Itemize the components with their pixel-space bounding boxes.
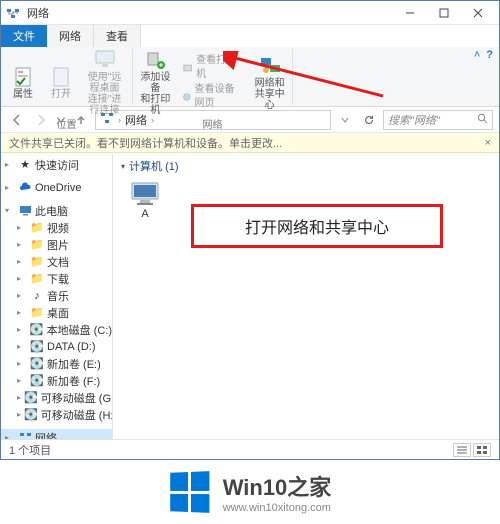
drive-icon: 💽 [30,323,44,337]
drive-icon: 💽 [30,340,44,354]
minimize-button[interactable] [393,2,427,24]
nav-disk-d[interactable]: ▸💽DATA (D:) [1,338,112,355]
nav-desktop[interactable]: ▸📁桌面 [1,304,112,321]
nav-documents[interactable]: ▸📁文档 [1,253,112,270]
folder-icon: 📁 [30,255,44,269]
nav-this-pc[interactable]: ▾此电脑 [1,202,112,219]
star-icon: ★ [18,158,32,172]
nav-quick-access[interactable]: ▸★快速访问 [1,156,112,173]
refresh-button[interactable] [359,110,379,130]
search-icon [477,113,488,127]
ribbon-open[interactable]: 打开 [45,66,77,100]
ribbon-network-sharing-center[interactable]: 网络和共享中心 [253,55,286,111]
ribbon-add-devices[interactable]: 添加设备 和打印机 [139,49,172,116]
close-button[interactable] [461,2,495,24]
folder-icon: 📁 [30,221,44,235]
nav-downloads[interactable]: ▸📁下载 [1,270,112,287]
group-header-computers[interactable]: ▾ 计算机 (1) [121,158,491,174]
info-bar-text: 文件共享已关闭。看不到网络计算机和设备。单击更改... [9,135,282,151]
tab-file[interactable]: 文件 [1,25,47,47]
watermark: Win10之家 www.win10xitong.com [0,460,500,524]
ribbon-group-location-label: 位置 [7,116,126,131]
nav-forward-button[interactable] [31,110,51,130]
nav-network[interactable]: ▸网络 [1,429,112,439]
ribbon-group-network-label: 网络 [139,116,286,131]
status-bar: 1 个项目 [1,439,499,459]
window-title: 网络 [27,5,49,21]
ribbon-properties[interactable]: 属性 [7,66,39,100]
nav-disk-c[interactable]: ▸💽本地磁盘 (C:) [1,321,112,338]
search-input[interactable]: 搜索"网络" [383,110,493,130]
explorer-window: 网络 文件 网络 查看 ˄ ? 属性 打开 [0,0,500,460]
drive-icon: 💽 [24,391,38,405]
ribbon: ˄ ? 属性 打开 使用"远程桌面连接"进行连接 位置 [1,47,499,107]
ribbon-view-printers[interactable]: 查看打印机 [182,54,243,82]
monitor-icon [18,204,32,218]
cloud-icon [18,181,32,195]
app-icon [5,5,21,21]
folder-icon: 📁 [30,238,44,252]
nav-videos[interactable]: ▸📁视频 [1,219,112,236]
annotation-callout: 打开网络和共享中心 [191,204,443,248]
ribbon-help[interactable]: ˄ ? [474,49,493,61]
help-icon[interactable]: ? [486,49,493,61]
nav-onedrive[interactable]: ▸OneDrive [1,179,112,196]
watermark-title: Win10之家 [223,470,332,502]
ribbon-remote-desktop[interactable]: 使用"远程桌面连接"进行连接 [83,49,126,116]
nav-disk-e[interactable]: ▸💽新加卷 (E:) [1,355,112,372]
nav-disk-g[interactable]: ▸💽可移动磁盘 (G:) [1,389,112,406]
watermark-url: www.win10xitong.com [223,502,332,514]
drive-icon: 💽 [30,374,44,388]
chevron-down-icon: ▾ [121,162,125,171]
tab-network[interactable]: 网络 [47,25,94,47]
folder-icon: 📁 [30,272,44,286]
drive-icon: 💽 [30,357,44,371]
nav-disk-f[interactable]: ▸💽新加卷 (F:) [1,372,112,389]
computer-item[interactable]: A [121,180,169,220]
info-bar-close[interactable]: × [485,137,491,149]
network-icon [18,431,32,440]
status-text: 1 个项目 [9,442,51,458]
windows-logo-icon [170,471,209,513]
computer-icon [128,180,162,208]
info-bar[interactable]: 文件共享已关闭。看不到网络计算机和设备。单击更改... × [1,133,499,153]
drive-icon: 💽 [24,408,38,422]
titlebar: 网络 [1,1,499,25]
maximize-button[interactable] [427,2,461,24]
nav-disk-h[interactable]: ▸💽可移动磁盘 (H:) [1,406,112,423]
ribbon-view-device-page[interactable]: 查看设备网页 [182,83,243,111]
navigation-pane: ▸★快速访问 ▸OneDrive ▾此电脑 ▸📁视频 ▸📁图片 ▸📁文档 ▸📁下… [1,154,113,439]
refresh-dropdown[interactable] [335,110,355,130]
nav-music[interactable]: ▸♪音乐 [1,287,112,304]
nav-pictures[interactable]: ▸📁图片 [1,236,112,253]
view-large-icons-button[interactable] [473,443,491,457]
chevron-up-icon: ˄ [474,49,480,61]
ribbon-tabs: 文件 网络 查看 [1,25,499,47]
music-icon: ♪ [30,289,44,303]
tab-view[interactable]: 查看 [94,25,141,47]
folder-icon: 📁 [30,306,44,320]
content-pane: ▾ 计算机 (1) A 打开网络和共享中心 [113,154,499,439]
view-details-button[interactable] [453,443,471,457]
